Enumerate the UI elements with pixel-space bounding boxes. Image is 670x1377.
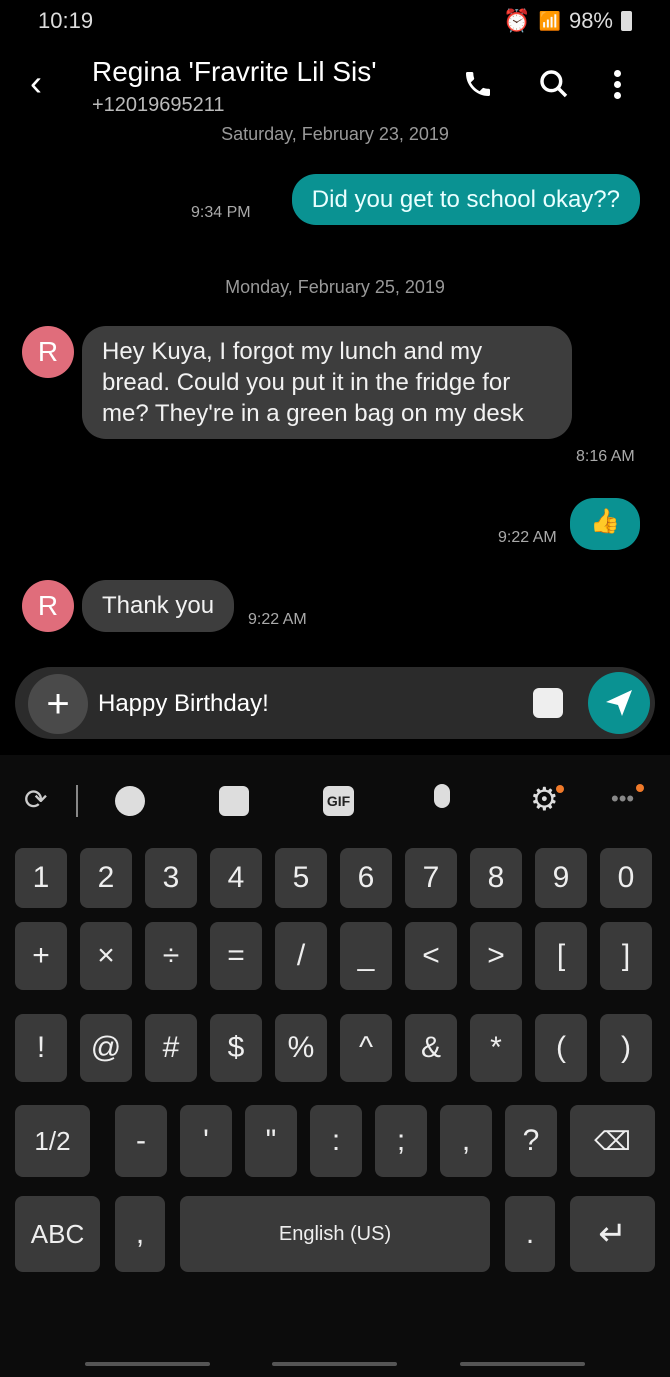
notification-dot [636,784,644,792]
key[interactable]: ÷ [145,922,197,990]
message-time: 9:22 AM [498,529,557,546]
status-icons: ⏰ 📶 98% [503,8,632,34]
alarm-icon: ⏰ [503,8,531,33]
notification-dot [556,785,564,793]
emoji-icon[interactable] [115,786,145,816]
key[interactable]: 8 [470,848,522,908]
key[interactable]: 1 [15,848,67,908]
key[interactable]: × [80,922,132,990]
status-time: 10:19 [38,8,94,33]
key[interactable]: " [245,1105,297,1177]
sticker-icon[interactable] [219,786,249,816]
key[interactable]: & [405,1014,457,1082]
date-separator: Saturday, February 23, 2019 [221,124,449,144]
send-button[interactable] [588,672,650,734]
nav-back[interactable] [460,1362,585,1366]
attach-button[interactable]: + [28,674,88,734]
key[interactable]: * [470,1014,522,1082]
key[interactable]: < [405,922,457,990]
key-backspace[interactable]: ⌫ [570,1105,655,1177]
key[interactable]: _ [340,922,392,990]
back-button[interactable]: ‹ [30,62,42,104]
key[interactable]: : [310,1105,362,1177]
key[interactable]: / [275,922,327,990]
key[interactable]: ; [375,1105,427,1177]
key[interactable]: ! [15,1014,67,1082]
key[interactable]: [ [535,922,587,990]
key[interactable]: % [275,1014,327,1082]
wifi-icon: 📶 [538,10,561,31]
key[interactable]: 2 [80,848,132,908]
call-icon[interactable] [462,68,494,100]
key[interactable]: # [145,1014,197,1082]
divider [76,785,78,817]
message-bubble-incoming[interactable]: Hey Kuya, I forgot my lunch and my bread… [82,326,572,439]
date-separator: Monday, February 25, 2019 [225,277,445,297]
nav-recents[interactable] [85,1362,210,1366]
sticker-button[interactable] [533,688,563,718]
message-bubble-outgoing[interactable]: Did you get to school okay?? [291,174,640,225]
key[interactable]: ] [600,922,652,990]
search-icon[interactable] [538,68,570,100]
key[interactable]: ^ [340,1014,392,1082]
contact-name: Regina 'Fravrite Lil Sis' [92,56,377,87]
key[interactable]: ' [180,1105,232,1177]
settings-icon[interactable]: ⚙ [530,780,559,818]
key[interactable]: 7 [405,848,457,908]
key-abc[interactable]: ABC [15,1196,100,1272]
battery-icon [621,11,632,31]
key[interactable]: 0 [600,848,652,908]
key[interactable]: + [15,922,67,990]
key[interactable]: ? [505,1105,557,1177]
key-period[interactable]: . [505,1196,555,1272]
avatar[interactable]: R [22,580,74,632]
more-icon[interactable]: ••• [611,786,634,812]
battery-text: 98% [568,8,613,33]
gif-icon[interactable]: GIF [323,786,354,816]
key[interactable]: 5 [275,848,327,908]
contact-phone: +12019695211 [92,94,225,116]
key-space[interactable]: English (US) [180,1196,490,1272]
message-bubble-incoming[interactable]: Thank you [82,580,235,632]
message-input[interactable]: Happy Birthday! [98,690,269,718]
key[interactable]: 9 [535,848,587,908]
more-options-icon[interactable] [614,70,622,99]
key-enter[interactable]: ↵ [570,1196,655,1272]
message-time: 9:22 AM [248,611,307,628]
key-comma[interactable]: , [115,1196,165,1272]
translate-icon[interactable]: ⟳ [24,783,47,816]
key[interactable]: 3 [145,848,197,908]
nav-home[interactable] [272,1362,397,1366]
avatar[interactable]: R [22,326,74,378]
message-bubble-outgoing-emoji[interactable]: 👍 [570,498,640,550]
key[interactable]: @ [80,1014,132,1082]
key[interactable]: $ [210,1014,262,1082]
microphone-icon[interactable] [434,784,450,808]
key[interactable]: ) [600,1014,652,1082]
key[interactable]: - [115,1105,167,1177]
key[interactable]: 6 [340,848,392,908]
key[interactable]: ( [535,1014,587,1082]
key[interactable]: 1/2 [15,1105,90,1177]
key[interactable]: 4 [210,848,262,908]
key[interactable]: , [440,1105,492,1177]
message-time: 9:34 PM [191,204,251,221]
message-time: 8:16 AM [576,448,635,465]
key[interactable]: > [470,922,522,990]
key[interactable]: = [210,922,262,990]
